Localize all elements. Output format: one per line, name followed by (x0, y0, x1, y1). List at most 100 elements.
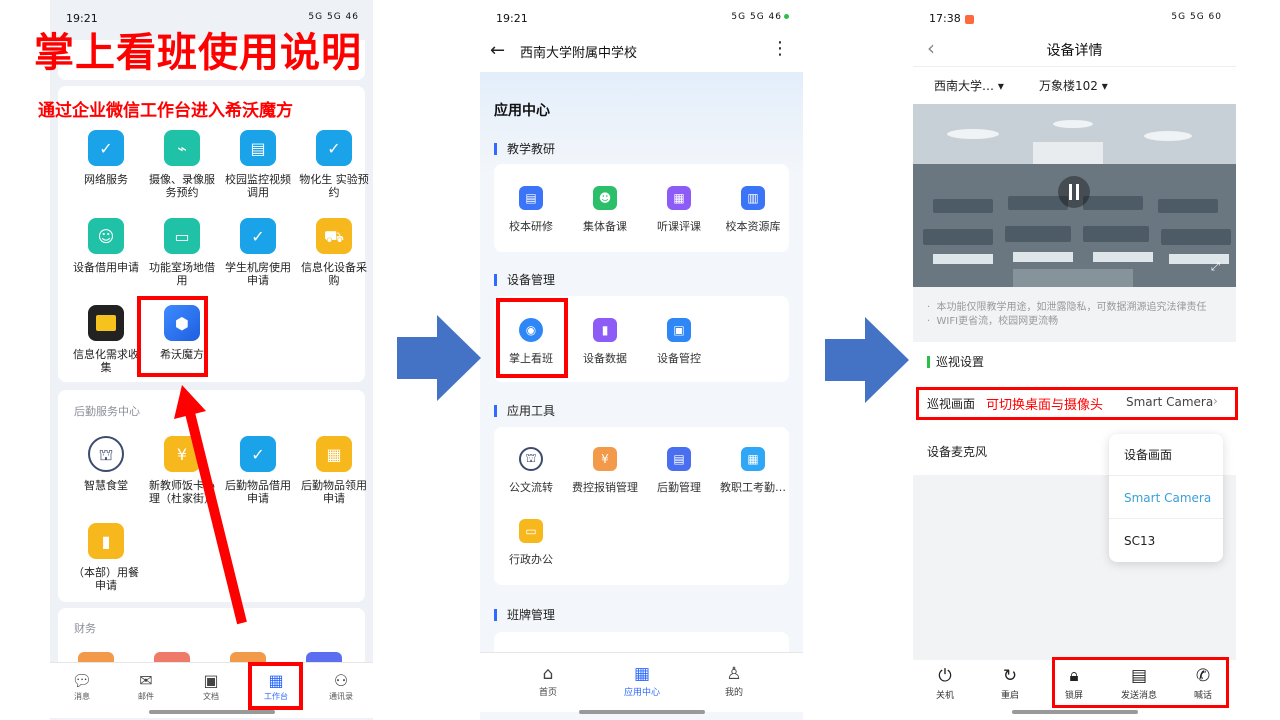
app-equipment-borrow[interactable]: ☺ 设备借用申请 (68, 218, 144, 274)
tab-label: 文档 (203, 692, 219, 701)
app-lesson-review[interactable]: ▦ 听课评课 (642, 186, 716, 234)
back-arrow-icon[interactable]: ← (490, 40, 505, 61)
app-school-research[interactable]: ▤ 校本研修 (494, 186, 568, 234)
camera-live-view[interactable]: ⤢ (913, 104, 1236, 287)
detail-header: ‹ 设备详情 (913, 30, 1236, 66)
section-label-finance: 财务 (74, 622, 96, 635)
app-logistics[interactable]: ▤ 后勤管理 (642, 447, 716, 495)
app-label: 听课评课 (657, 220, 701, 233)
school-seal-icon: ⛫ (519, 447, 543, 471)
app-network-service[interactable]: ✓ 网络服务 (68, 130, 144, 186)
app-group-prep[interactable]: ☻ 集体备课 (568, 186, 642, 234)
tab-app-center[interactable]: ▦ 应用中心 (602, 663, 682, 698)
school-seal-icon: ⛫ (88, 436, 124, 472)
tab-label: 邮件 (138, 692, 154, 701)
people-icon: ☻ (593, 186, 617, 210)
dropdown-option-sc13[interactable]: SC13 (1109, 520, 1223, 562)
app-expense[interactable]: ¥ 费控报销管理 (568, 447, 642, 495)
tab-label: 首页 (538, 688, 557, 698)
app-label: 校本资源库 (725, 220, 781, 233)
camera-dot-icon (784, 14, 789, 19)
app-room-borrow[interactable]: ▭ 功能室场地借用 (144, 218, 220, 287)
document-icon: ▤ (667, 447, 691, 471)
usage-notice: · 本功能仅限教学用途，如泄露隐私，可数据溯源追究法律责任 · WIFI更省流，… (913, 287, 1236, 342)
app-it-purchase[interactable]: ⛟ 信息化设备采购 (296, 218, 372, 287)
app-resource-library[interactable]: ▥ 校本资源库 (716, 186, 790, 234)
tab-contacts[interactable]: ⚇ 通讯录 (311, 671, 371, 702)
app-label: 校园监控视频调用 (225, 173, 291, 199)
tab-docs[interactable]: ▣ 文档 (181, 671, 241, 702)
app-label: 学生机房使用申请 (225, 261, 291, 287)
app-label: 教职工考勤… (720, 481, 786, 494)
tab-home[interactable]: ⌂ 首页 (508, 663, 588, 698)
app-label: 信息化设备采购 (301, 261, 367, 287)
tab-label: 通讯录 (329, 692, 353, 701)
app-smart-canteen[interactable]: ⛫ 智慧食堂 (68, 436, 144, 492)
dropdown-option-device-view[interactable]: 设备画面 (1109, 434, 1223, 476)
app-label: 摄像、录像服务预约 (149, 173, 215, 199)
notice-line: · 本功能仅限教学用途，如泄露隐私，可数据溯源追究法律责任 (927, 302, 1207, 313)
tab-label: 消息 (74, 692, 90, 701)
caret-down-icon: ▾ (1101, 79, 1108, 93)
cart-icon: ⛟ (316, 218, 352, 254)
classroom-image: ⤢ (913, 104, 1236, 287)
tab-mine[interactable]: ♙ 我的 (694, 663, 774, 698)
app-campus-monitor[interactable]: ▤ 校园监控视频调用 (220, 130, 296, 199)
monitor-settings-icon: ▣ (667, 318, 691, 342)
app-admin-office[interactable]: ▭ 行政办公 (494, 519, 568, 567)
patrol-view-dropdown: 设备画面 Smart Camera SC13 (1109, 434, 1223, 562)
app-header: ← 西南大学附属中学校 ⋮ (480, 32, 803, 72)
book-icon: ▥ (741, 186, 765, 210)
phone-device-detail: 17:38 5G 5G 60 ‹ 设备详情 西南大学… ▾ 万象楼102 ▾ ⤢… (913, 0, 1236, 720)
home-icon: ⌂ (542, 664, 554, 684)
svg-text:⤢: ⤢ (1211, 260, 1220, 273)
home-indicator (148, 710, 275, 714)
ticket-icon: ▮ (88, 523, 124, 559)
status-indicators: 5G 5G 60 (1171, 12, 1222, 22)
chart-screen-icon: ⌁ (164, 130, 200, 166)
app-label: 设备管控 (657, 352, 701, 365)
app-label: 后勤管理 (657, 481, 701, 494)
page-title: 设备详情 (1046, 43, 1103, 59)
app-camera-booking[interactable]: ⌁ 摄像、录像服务预约 (144, 130, 220, 199)
app-label: 功能室场地借用 (149, 261, 215, 287)
highlight-workbench-tab (248, 662, 303, 710)
app-attendance[interactable]: ▦ 教职工考勤… (716, 447, 790, 495)
app-label: 费控报销管理 (572, 481, 638, 494)
home-indicator (578, 710, 705, 714)
app-meal-request[interactable]: ▮ （本部）用餐申请 (68, 523, 144, 592)
app-computer-lab[interactable]: ✓ 学生机房使用申请 (220, 218, 296, 287)
room-filter[interactable]: 万象楼102 ▾ (1039, 77, 1108, 94)
app-label: 公文流转 (509, 481, 553, 494)
app-document-flow[interactable]: ⛫ 公文流转 (494, 447, 568, 495)
app-it-requirements[interactable]: 信息化需求收集 (68, 305, 144, 374)
next-step-arrow-2 (825, 317, 909, 403)
more-vertical-icon[interactable]: ⋮ (771, 38, 789, 59)
app-label: 信息化需求收集 (73, 348, 139, 374)
school-filter[interactable]: 西南大学… ▾ (934, 77, 1004, 94)
notification-icon (964, 14, 974, 24)
tab-messages[interactable]: 💬︎ 消息 (52, 671, 112, 702)
highlight-lock-message-call (1052, 657, 1229, 708)
board-icon: ▭ (164, 218, 200, 254)
page-title: 应用中心 (494, 103, 550, 119)
action-shutdown[interactable]: ⏻ 关机 (920, 664, 970, 701)
caret-down-icon: ▾ (997, 79, 1004, 93)
app-device-control[interactable]: ▣ 设备管控 (642, 318, 716, 366)
red-pointer-arrow (174, 385, 247, 625)
app-lab-booking[interactable]: ✓ 物化生 实验预约 (296, 130, 372, 199)
home-indicator (1011, 710, 1138, 714)
slide-subtitle: 通过企业微信工作台进入希沃魔方 (38, 101, 293, 121)
tab-mail[interactable]: ✉ 邮件 (116, 671, 176, 702)
app-device-data[interactable]: ▮ 设备数据 (568, 318, 642, 366)
status-bar: 19:21 5G 5G 46 (480, 0, 803, 36)
action-label: 关机 (935, 691, 954, 701)
status-time-text: 17:38 (929, 12, 961, 25)
document-icon: ▤ (519, 186, 543, 210)
power-icon: ⏻ (938, 666, 952, 686)
action-restart[interactable]: ↻ 重启 (985, 664, 1035, 701)
notice-text: 本功能仅限教学用途，如泄露隐私，可数据溯源追究法律责任 (936, 302, 1207, 313)
user-icon: ♙ (726, 664, 742, 684)
dropdown-option-smart-camera[interactable]: Smart Camera (1109, 477, 1223, 519)
app-logistics-receive[interactable]: ▦ 后勤物品领用申请 (296, 436, 372, 505)
